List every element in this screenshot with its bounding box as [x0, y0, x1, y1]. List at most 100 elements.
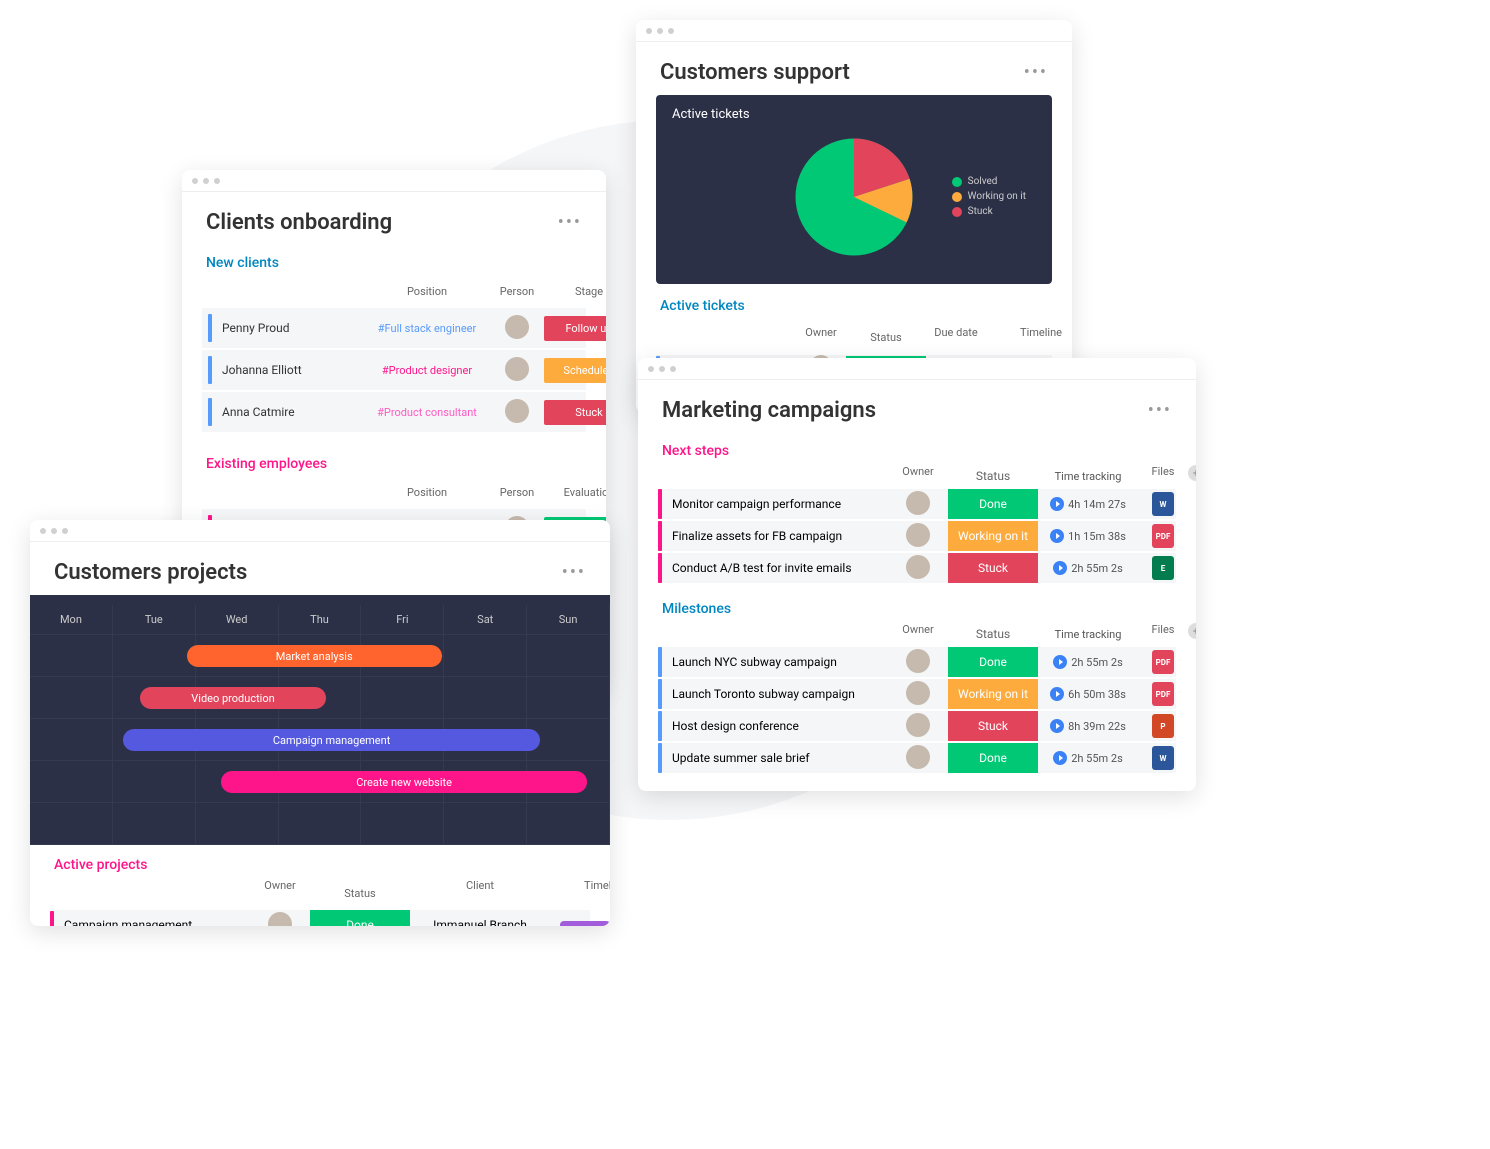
more-icon[interactable]: ••• — [558, 212, 582, 233]
file-icon[interactable]: P — [1152, 714, 1174, 738]
position-tag[interactable]: #Product designer — [362, 358, 492, 383]
day-header: Fri — [361, 605, 444, 635]
active-tickets-chart: Active tickets Solved Working on it Stuc… — [656, 95, 1052, 284]
day-header: Tue — [113, 605, 196, 635]
play-icon[interactable] — [1050, 687, 1064, 701]
file-icon[interactable]: PDF — [1152, 524, 1174, 548]
time-tracking[interactable]: 1h 15m 38s — [1038, 529, 1138, 543]
section-active-tickets[interactable]: Active tickets — [636, 284, 1072, 320]
avatar[interactable] — [906, 523, 930, 547]
play-icon[interactable] — [1053, 751, 1067, 765]
table-row[interactable]: Conduct A/B test for invite emails Stuck… — [658, 553, 1176, 583]
table-row[interactable]: Penny Proud #Full stack engineer Follow … — [202, 308, 586, 348]
gantt-bar[interactable]: Campaign management — [123, 729, 541, 751]
gantt-bar[interactable]: Create new website — [221, 771, 586, 793]
section-milestones[interactable]: Milestones — [638, 585, 1196, 623]
window-titlebar — [30, 520, 610, 542]
more-icon[interactable]: ••• — [1024, 62, 1048, 83]
status-pill[interactable]: Done — [310, 910, 410, 926]
position-tag[interactable]: #Product consultant — [362, 400, 492, 425]
avatar[interactable] — [505, 399, 529, 423]
section-new-clients[interactable]: New clients — [182, 245, 606, 277]
col-stage: Stage — [544, 279, 606, 304]
avatar[interactable] — [906, 681, 930, 705]
play-icon[interactable] — [1050, 719, 1064, 733]
section-next-steps[interactable]: Next steps — [638, 433, 1196, 465]
table-row[interactable]: Campaign management Done Immanuel Branch — [50, 910, 590, 926]
status-pill[interactable]: Stuck — [948, 553, 1038, 583]
table-row[interactable]: Anna Catmire #Product consultant Stuck D… — [202, 392, 586, 432]
file-icon[interactable]: E — [1152, 556, 1174, 580]
table-row[interactable]: Monitor campaign performance Done 4h 14m… — [658, 489, 1176, 519]
status-pill[interactable]: Done — [948, 489, 1038, 519]
table-row[interactable]: Launch NYC subway campaign Done 2h 55m 2… — [658, 647, 1176, 677]
time-tracking[interactable]: 6h 50m 38s — [1038, 687, 1138, 701]
table-row[interactable]: Johanna Elliott #Product designer Schedu… — [202, 350, 586, 390]
card-title: Clients onboarding — [206, 210, 392, 235]
col-due: Due date — [926, 326, 986, 349]
status-pill[interactable]: Done — [948, 743, 1038, 773]
avatar[interactable] — [906, 555, 930, 579]
avatar[interactable] — [505, 357, 529, 381]
stage-pill[interactable]: Stuck — [544, 400, 606, 425]
col-person: Person — [492, 279, 542, 304]
play-icon[interactable] — [1053, 655, 1067, 669]
avatar[interactable] — [268, 912, 292, 927]
table-row[interactable]: Update summer sale brief Done 2h 55m 2s … — [658, 743, 1176, 773]
time-tracking[interactable]: 8h 39m 22s — [1038, 719, 1138, 733]
col-files: Files — [1138, 623, 1188, 645]
task-name: Launch NYC subway campaign — [672, 655, 837, 669]
more-icon[interactable]: ••• — [562, 562, 586, 583]
day-header: Sat — [444, 605, 527, 635]
status-pill[interactable]: Working on it — [948, 521, 1038, 551]
chart-legend: Solved Working on it Stuck — [952, 172, 1026, 221]
customers-support-card: Customers support ••• Active tickets Sol… — [636, 20, 1072, 413]
timeline-bar[interactable] — [560, 921, 610, 926]
gantt-bar[interactable]: Video production — [140, 687, 326, 709]
time-tracking[interactable]: 2h 55m 2s — [1038, 561, 1138, 575]
add-column-icon[interactable]: + — [1188, 623, 1196, 639]
pie-chart — [789, 132, 919, 262]
status-pill[interactable]: Done — [948, 647, 1038, 677]
col-owner: Owner — [250, 879, 310, 908]
position-tag[interactable]: #Full stack engineer — [362, 316, 492, 341]
stage-pill[interactable]: Follow up — [544, 316, 606, 341]
section-active-projects[interactable]: Active projects — [30, 845, 610, 879]
file-icon[interactable]: W — [1152, 492, 1174, 516]
day-header: Thu — [279, 605, 362, 635]
time-tracking[interactable]: 4h 14m 27s — [1038, 497, 1138, 511]
file-icon[interactable]: PDF — [1152, 682, 1174, 706]
add-column-icon[interactable]: + — [1188, 465, 1196, 481]
file-icon[interactable]: W — [1152, 746, 1174, 770]
avatar[interactable] — [906, 745, 930, 769]
marketing-campaigns-card: Marketing campaigns ••• Next steps Owner… — [638, 358, 1196, 791]
play-icon[interactable] — [1050, 529, 1064, 543]
col-time: Time tracking — [1038, 465, 1138, 487]
status-pill[interactable]: Working on it — [948, 679, 1038, 709]
time-tracking[interactable]: 2h 55m 2s — [1038, 751, 1138, 765]
table-row[interactable]: Host design conference Stuck 8h 39m 22s … — [658, 711, 1176, 741]
col-owner: Owner — [796, 326, 846, 349]
col-time: Time tracking — [1038, 623, 1138, 645]
col-timeline: Timeline — [550, 879, 610, 908]
card-title: Marketing campaigns — [662, 398, 876, 423]
table-row[interactable]: Launch Toronto subway campaign Working o… — [658, 679, 1176, 709]
more-icon[interactable]: ••• — [1148, 400, 1172, 421]
time-tracking[interactable]: 2h 55m 2s — [1038, 655, 1138, 669]
avatar[interactable] — [505, 315, 529, 339]
play-icon[interactable] — [1050, 497, 1064, 511]
section-existing-employees[interactable]: Existing employees — [182, 446, 606, 478]
avatar[interactable] — [906, 491, 930, 515]
status-pill[interactable]: Stuck — [948, 711, 1038, 741]
gantt-bar[interactable]: Market analysis — [187, 645, 442, 667]
table-row[interactable]: Finalize assets for FB campaign Working … — [658, 521, 1176, 551]
avatar[interactable] — [906, 649, 930, 673]
file-icon[interactable]: PDF — [1152, 650, 1174, 674]
day-header: Mon — [30, 605, 113, 635]
play-icon[interactable] — [1053, 561, 1067, 575]
col-status: Status — [310, 879, 410, 908]
col-owner: Owner — [888, 465, 948, 487]
stage-pill[interactable]: Scheduled — [544, 358, 606, 383]
avatar[interactable] — [906, 713, 930, 737]
task-name: Conduct A/B test for invite emails — [672, 561, 852, 575]
